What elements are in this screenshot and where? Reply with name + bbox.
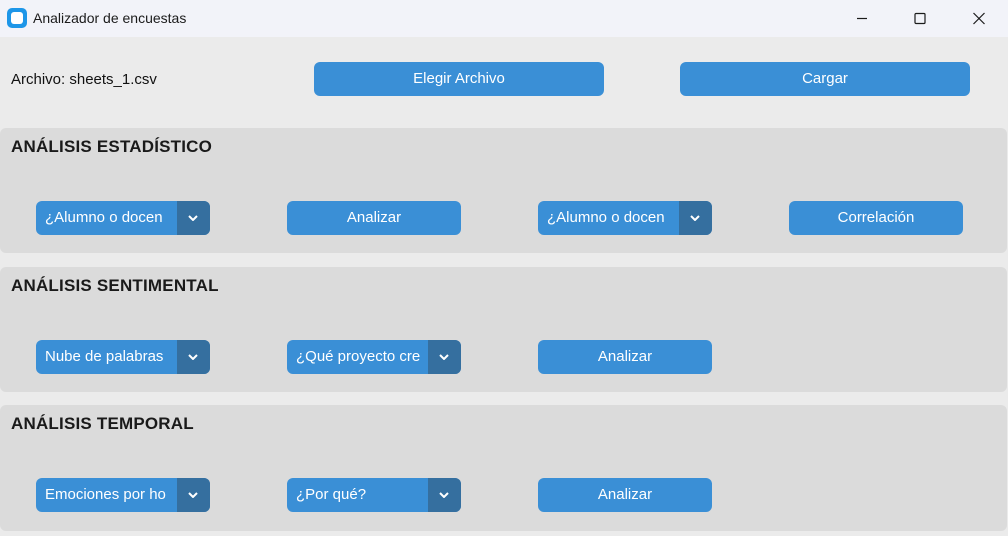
title-bar[interactable]: Analizador de encuestas [0,0,1008,37]
dropdown-arrow-button[interactable] [177,478,210,512]
statistical-respondent-dropdown[interactable]: ¿Alumno o docen [36,201,210,235]
statistical-analysis-title: ANÁLISIS ESTADÍSTICO [11,137,213,156]
dropdown-value: ¿Alumno o docen [45,209,163,226]
chevron-down-icon [690,215,700,221]
chevron-down-icon [188,492,198,498]
dropdown-value: Nube de palabras [45,348,164,365]
temporal-analysis-panel: ANÁLISIS TEMPORAL Emociones por ho ¿Por … [0,405,1007,531]
minimize-icon [857,17,867,20]
dropdown-arrow-button[interactable] [679,201,712,235]
maximize-button[interactable] [891,0,949,37]
temporal-question-dropdown[interactable]: ¿Por qué? [287,478,461,512]
dropdown-arrow-button[interactable] [177,340,210,374]
dropdown-arrow-button[interactable] [428,340,461,374]
choose-file-button[interactable]: Elegir Archivo [314,62,604,96]
sentiment-type-dropdown[interactable]: Nube de palabras [36,340,210,374]
temporal-analysis-title: ANÁLISIS TEMPORAL [11,414,194,433]
statistical-analyze-button[interactable]: Analizar [287,201,461,235]
load-button[interactable]: Cargar [680,62,970,96]
dropdown-value: ¿Alumno o docen [547,209,665,226]
temporal-type-dropdown[interactable]: Emociones por ho [36,478,210,512]
minimize-button[interactable] [833,0,891,37]
temporal-analyze-button[interactable]: Analizar [538,478,712,512]
sentiment-analysis-title: ANÁLISIS SENTIMENTAL [11,276,219,295]
correlation-respondent-dropdown[interactable]: ¿Alumno o docen [538,201,712,235]
sentiment-question-dropdown[interactable]: ¿Qué proyecto cre [287,340,461,374]
close-button[interactable] [950,0,1008,37]
sentiment-analysis-panel: ANÁLISIS SENTIMENTAL Nube de palabras ¿Q… [0,267,1007,392]
dropdown-value: Emociones por ho [45,486,166,503]
sentiment-analyze-button[interactable]: Analizar [538,340,712,374]
dropdown-arrow-button[interactable] [428,478,461,512]
dropdown-arrow-button[interactable] [177,201,210,235]
chevron-down-icon [439,354,449,360]
maximize-icon [914,12,926,25]
chevron-down-icon [439,492,449,498]
dropdown-value: ¿Por qué? [296,486,367,503]
correlation-button[interactable]: Correlación [789,201,963,235]
window-title: Analizador de encuestas [33,10,187,26]
close-icon [973,12,985,25]
statistical-analysis-panel: ANÁLISIS ESTADÍSTICO ¿Alumno o docen Ana… [0,128,1007,253]
file-label: Archivo: sheets_1.csv [11,71,157,88]
chevron-down-icon [188,354,198,360]
chevron-down-icon [188,215,198,221]
dropdown-value: ¿Qué proyecto cre [296,348,421,365]
app-icon [7,8,27,28]
